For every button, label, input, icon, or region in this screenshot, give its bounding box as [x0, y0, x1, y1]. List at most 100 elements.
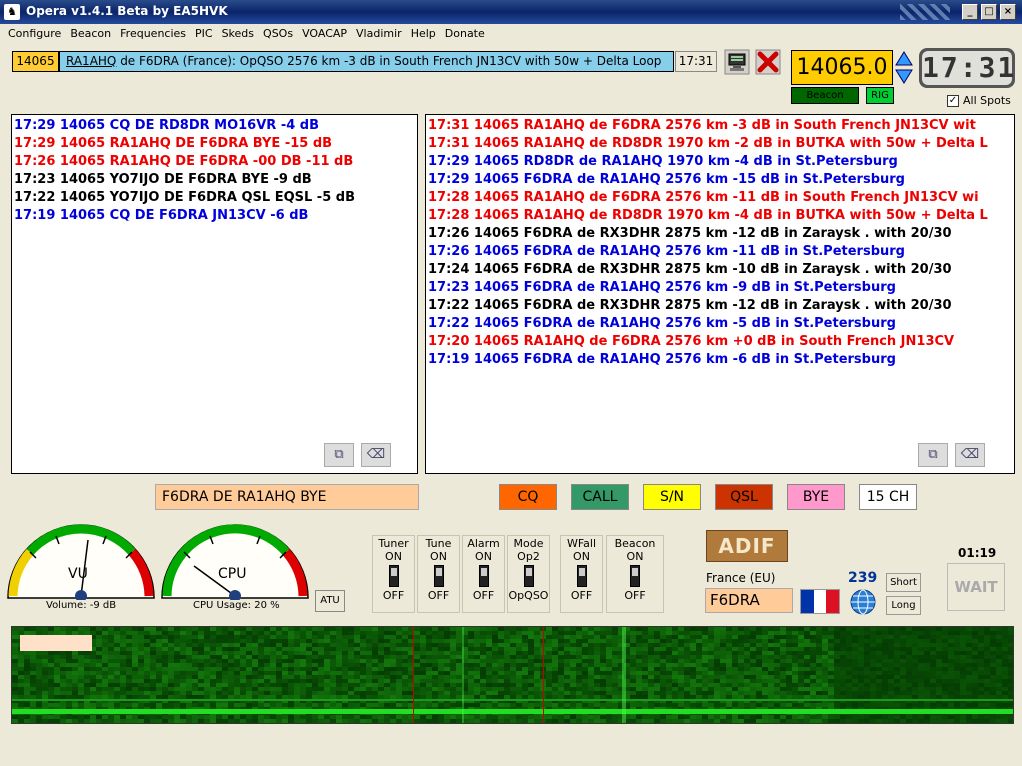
list-item[interactable]: 17:19 14065 CQ DE F6DRA JN13CV -6 dB: [12, 207, 417, 225]
alarm-switch[interactable]: Alarm ON OFF: [462, 535, 505, 613]
switch-on-label: ON: [626, 550, 644, 563]
switch-on-label: Op2: [517, 550, 540, 563]
channel-button[interactable]: 15 CH: [859, 484, 917, 510]
switch-lever[interactable]: [576, 565, 587, 587]
menu-pic[interactable]: PIC: [190, 24, 217, 44]
clear-right-button[interactable]: ⌫: [955, 443, 985, 467]
menu-help[interactable]: Help: [406, 24, 440, 44]
waterfall-signal-trace: [462, 627, 464, 723]
reply-text-field[interactable]: F6DRA DE RA1AHQ BYE: [155, 484, 419, 510]
window-title: Opera v1.4.1 Beta by EA5HVK: [26, 4, 228, 18]
switch-title: Beacon: [614, 537, 656, 550]
switch-lever[interactable]: [433, 565, 444, 587]
list-item[interactable]: 17:29 14065 RA1AHQ DE F6DRA BYE -15 dB: [12, 135, 417, 153]
all-spots-label: All Spots: [963, 94, 1011, 107]
list-item[interactable]: 17:24 14065 F6DRA de RX3DHR 2875 km -10 …: [426, 261, 1014, 279]
list-item[interactable]: 17:26 14065 F6DRA de RA1AHQ 2576 km -11 …: [426, 243, 1014, 261]
adif-button[interactable]: ADIF: [706, 530, 788, 562]
copy-left-button[interactable]: ⧉: [324, 443, 354, 467]
list-item[interactable]: 17:31 14065 RA1AHQ de F6DRA 2576 km -3 d…: [426, 117, 1014, 135]
list-item[interactable]: 17:29 14065 RD8DR de RA1AHQ 1970 km -4 d…: [426, 153, 1014, 171]
volume-caption: Volume: -9 dB: [46, 600, 117, 611]
switch-lever[interactable]: [523, 565, 534, 587]
switch-off-label: OFF: [427, 589, 450, 602]
list-item[interactable]: 17:31 14065 RA1AHQ de RD8DR 1970 km -2 d…: [426, 135, 1014, 153]
left-lines: 17:29 14065 CQ DE RD8DR MO16VR -4 dB 17:…: [12, 115, 417, 225]
waterfall-display[interactable]: [11, 626, 1014, 724]
close-x-icon[interactable]: [755, 49, 781, 75]
menu-bar: Configure Beacon Frequencies PIC Skeds Q…: [0, 24, 1022, 44]
switch-on-label: ON: [430, 550, 447, 563]
list-item[interactable]: 17:22 14065 F6DRA de RA1AHQ 2576 km -5 d…: [426, 315, 1014, 333]
vu-label: VU: [68, 566, 88, 582]
list-item[interactable]: 17:26 14065 F6DRA de RX3DHR 2875 km -12 …: [426, 225, 1014, 243]
list-item[interactable]: 17:29 14065 CQ DE RD8DR MO16VR -4 dB: [12, 117, 417, 135]
sn-button[interactable]: S/N: [643, 484, 701, 510]
list-item[interactable]: 17:29 14065 F6DRA de RA1AHQ 2576 km -15 …: [426, 171, 1014, 189]
waterfall-canvas[interactable]: [12, 627, 1013, 723]
country-label: France (EU): [706, 571, 776, 585]
globe-icon[interactable]: [850, 589, 876, 615]
message-callsign-link[interactable]: RA1AHQ: [66, 54, 116, 68]
waterfall-band: [12, 699, 1013, 701]
list-item[interactable]: 17:22 14065 YO7IJO DE F6DRA QSL EQSL -5 …: [12, 189, 417, 207]
switch-on-label: ON: [573, 550, 590, 563]
mode-switch[interactable]: Mode Op2 OpQSO: [507, 535, 550, 613]
waterfall-noise: [12, 627, 1013, 723]
list-item[interactable]: 17:28 14065 RA1AHQ de RD8DR 1970 km -4 d…: [426, 207, 1014, 225]
app-icon: ♞: [4, 4, 20, 20]
list-item[interactable]: 17:28 14065 RA1AHQ de F6DRA 2576 km -11 …: [426, 189, 1014, 207]
waterfall-signal-trace: [622, 627, 626, 723]
switch-lever[interactable]: [478, 565, 489, 587]
menu-vladimir[interactable]: Vladimir: [351, 24, 406, 44]
tuner-switch[interactable]: Tuner ON OFF: [372, 535, 415, 613]
menu-frequencies[interactable]: Frequencies: [115, 24, 190, 44]
menu-qsos[interactable]: QSOs: [258, 24, 297, 44]
tune-switch[interactable]: Tune ON OFF: [417, 535, 460, 613]
all-spots-checkbox-row[interactable]: ✓ All Spots: [947, 94, 1011, 107]
dial-frequency: 14065.0: [791, 50, 893, 85]
minimize-button[interactable]: _: [962, 4, 978, 20]
maximize-button[interactable]: □: [981, 4, 997, 20]
list-item[interactable]: 17:19 14065 F6DRA de RA1AHQ 2576 km -6 d…: [426, 351, 1014, 369]
frequency-up-down-arrows[interactable]: [895, 50, 913, 85]
callsign-field[interactable]: F6DRA: [705, 588, 793, 613]
short-path-button[interactable]: Short: [886, 573, 921, 592]
wait-button[interactable]: WAIT: [947, 563, 1005, 611]
monitor-icon[interactable]: [724, 49, 750, 75]
cq-button[interactable]: CQ: [499, 484, 557, 510]
message-time: 17:31: [675, 51, 717, 72]
beacon-switch[interactable]: Beacon ON OFF: [606, 535, 664, 613]
long-path-button[interactable]: Long: [886, 596, 921, 615]
list-item[interactable]: 17:23 14065 F6DRA de RA1AHQ 2576 km -9 d…: [426, 279, 1014, 297]
wfall-switch[interactable]: WFall ON OFF: [560, 535, 603, 613]
decoded-messages-list[interactable]: 17:29 14065 CQ DE RD8DR MO16VR -4 dB 17:…: [11, 114, 418, 474]
qsl-button[interactable]: QSL: [715, 484, 773, 510]
vu-meter: [7, 524, 155, 600]
list-item[interactable]: 17:23 14065 YO7IJO DE F6DRA BYE -9 dB: [12, 171, 417, 189]
waterfall-bright-band: [12, 709, 1013, 714]
close-window-button[interactable]: ×: [1000, 4, 1016, 20]
list-item[interactable]: 17:20 14065 RA1AHQ de F6DRA 2576 km +0 d…: [426, 333, 1014, 351]
switch-title: Tune: [425, 537, 452, 550]
switch-on-label: ON: [475, 550, 492, 563]
all-spots-checkbox[interactable]: ✓: [947, 94, 959, 107]
switch-lever[interactable]: [388, 565, 399, 587]
spots-list[interactable]: 17:31 14065 RA1AHQ de F6DRA 2576 km -3 d…: [425, 114, 1015, 474]
menu-donate[interactable]: Donate: [440, 24, 489, 44]
menu-beacon[interactable]: Beacon: [65, 24, 115, 44]
list-item[interactable]: 17:22 14065 F6DRA de RX3DHR 2875 km -12 …: [426, 297, 1014, 315]
menu-configure[interactable]: Configure: [0, 24, 65, 44]
bye-button[interactable]: BYE: [787, 484, 845, 510]
clear-left-button[interactable]: ⌫: [361, 443, 391, 467]
atu-button[interactable]: ATU: [315, 590, 345, 612]
call-button[interactable]: CALL: [571, 484, 629, 510]
last-message-box: RA1AHQ de F6DRA (France): OpQSO 2576 km …: [59, 51, 674, 72]
list-item[interactable]: 17:26 14065 RA1AHQ DE F6DRA -00 DB -11 d…: [12, 153, 417, 171]
beacon-indicator: Beacon: [791, 87, 859, 104]
menu-skeds[interactable]: Skeds: [217, 24, 258, 44]
switch-off-label: OFF: [624, 589, 646, 602]
menu-voacap[interactable]: VOACAP: [297, 24, 351, 44]
switch-lever[interactable]: [630, 565, 640, 587]
copy-right-button[interactable]: ⧉: [918, 443, 948, 467]
